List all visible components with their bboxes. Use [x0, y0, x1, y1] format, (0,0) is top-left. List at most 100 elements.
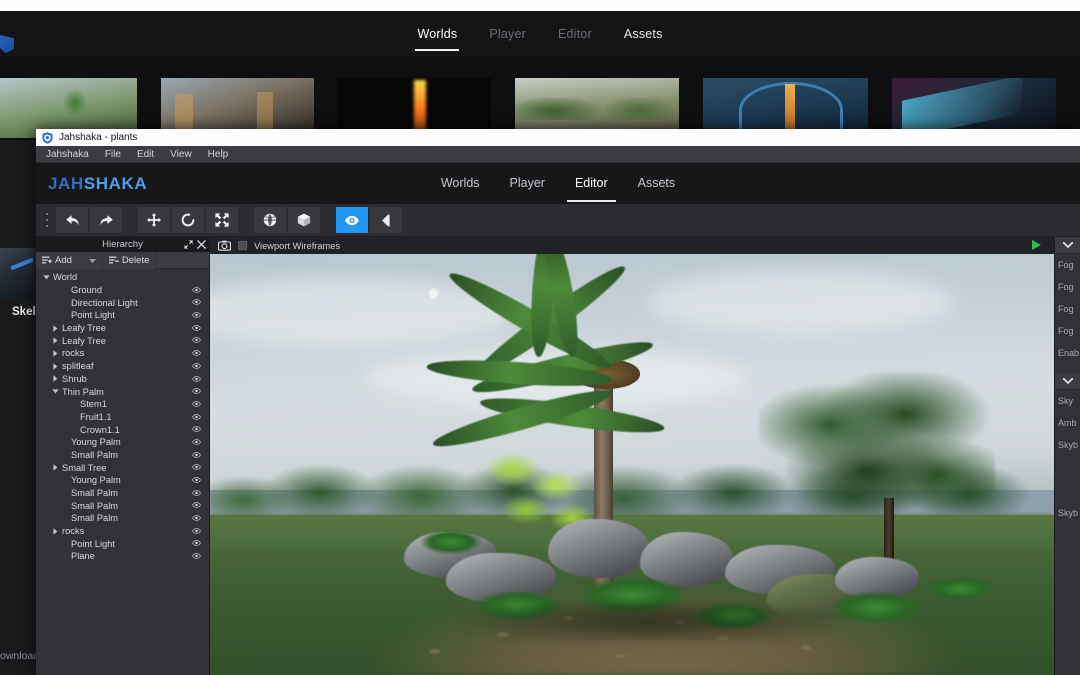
eye-icon[interactable] — [192, 375, 201, 383]
eye-icon[interactable] — [192, 387, 201, 395]
viewport-3d[interactable] — [210, 254, 1054, 675]
eye-icon[interactable] — [192, 451, 201, 459]
fog-enable-row[interactable]: Enab — [1055, 342, 1080, 364]
menu-edit[interactable]: Edit — [137, 149, 162, 160]
viewport-wireframes-checkbox[interactable] — [238, 241, 247, 250]
chevron-right-icon[interactable] — [51, 375, 59, 383]
tree-no-arrow — [60, 438, 68, 446]
camera-icon[interactable] — [218, 240, 231, 251]
eye-icon[interactable] — [192, 438, 201, 446]
tree-item-ground[interactable]: Ground — [36, 284, 209, 297]
eye-icon[interactable] — [192, 400, 201, 408]
tree-item-world[interactable]: World — [36, 271, 209, 284]
tree-item-young-palm[interactable]: Young Palm — [36, 436, 209, 449]
chevron-down-icon[interactable] — [88, 258, 96, 263]
window-titlebar[interactable]: Jahshaka - plants — [36, 129, 1080, 146]
tree-item-rocks[interactable]: rocks — [36, 347, 209, 360]
tree-item-fruit1-1[interactable]: Fruit1.1 — [36, 411, 209, 424]
eye-icon[interactable] — [192, 336, 201, 344]
bg-tab-player[interactable]: Player — [487, 14, 528, 54]
eye-icon[interactable] — [192, 349, 201, 357]
collapse-panel-button[interactable] — [370, 207, 402, 233]
tree-item-directional-light[interactable]: Directional Light — [36, 296, 209, 309]
tree-item-small-palm[interactable]: Small Palm — [36, 512, 209, 525]
tree-item-stem1[interactable]: Stem1 — [36, 398, 209, 411]
local-space-button[interactable] — [288, 207, 320, 233]
eye-icon[interactable] — [192, 298, 201, 306]
chevron-right-icon[interactable] — [51, 362, 59, 370]
ambient-property-row[interactable]: Amb — [1055, 412, 1080, 434]
tree-item-small-tree[interactable]: Small Tree — [36, 461, 209, 474]
scale-tool-button[interactable] — [206, 207, 238, 233]
eye-icon[interactable] — [192, 362, 201, 370]
sky-section-header[interactable] — [1055, 373, 1080, 390]
tab-assets[interactable]: Assets — [636, 165, 678, 202]
bg-tab-editor[interactable]: Editor — [556, 14, 594, 54]
chevron-down-icon[interactable] — [51, 388, 59, 396]
eye-icon[interactable] — [192, 324, 201, 332]
chevron-right-icon[interactable] — [51, 527, 59, 535]
expand-arrows-icon[interactable] — [184, 240, 193, 249]
fog-property-row[interactable]: Fog — [1055, 320, 1080, 342]
eye-icon[interactable] — [192, 539, 201, 547]
menu-jahshaka[interactable]: Jahshaka — [46, 149, 97, 160]
menu-help[interactable]: Help — [208, 149, 237, 160]
tab-worlds[interactable]: Worlds — [439, 165, 482, 202]
bg-tab-worlds[interactable]: Worlds — [415, 14, 460, 54]
tree-item-point-light[interactable]: Point Light — [36, 309, 209, 322]
chevron-right-icon[interactable] — [51, 324, 59, 332]
fog-property-row[interactable]: Fog — [1055, 298, 1080, 320]
eye-icon[interactable] — [192, 476, 201, 484]
eye-icon[interactable] — [192, 489, 201, 497]
delete-object-button[interactable]: Delete — [102, 252, 157, 269]
tree-item-rocks[interactable]: rocks — [36, 525, 209, 538]
eye-icon[interactable] — [192, 463, 201, 471]
chevron-right-icon[interactable] — [51, 337, 59, 345]
fog-section-header[interactable] — [1055, 237, 1080, 254]
tree-item-plane[interactable]: Plane — [36, 550, 209, 563]
tab-player[interactable]: Player — [508, 165, 547, 202]
tree-item-leafy-tree[interactable]: Leafy Tree — [36, 322, 209, 335]
tree-item-thin-palm[interactable]: Thin Palm — [36, 385, 209, 398]
sky-property-row[interactable]: Sky — [1055, 390, 1080, 412]
menu-view[interactable]: View — [170, 149, 200, 160]
app-logo[interactable]: JAHSHAKA — [48, 174, 147, 194]
global-space-button[interactable] — [254, 207, 286, 233]
eye-icon[interactable] — [192, 552, 201, 560]
skybox-property-row[interactable]: Skyb — [1055, 434, 1080, 456]
tree-item-small-palm[interactable]: Small Palm — [36, 487, 209, 500]
menu-file[interactable]: File — [105, 149, 129, 160]
eye-icon[interactable] — [192, 514, 201, 522]
fog-property-row[interactable]: Fog — [1055, 254, 1080, 276]
bg-tab-assets[interactable]: Assets — [622, 14, 665, 54]
chevron-right-icon[interactable] — [51, 464, 59, 472]
eye-icon[interactable] — [192, 311, 201, 319]
tree-item-splitleaf[interactable]: splitleaf — [36, 360, 209, 373]
drag-handle-icon[interactable] — [41, 207, 53, 233]
visibility-button[interactable] — [336, 207, 368, 233]
tree-item-point-light[interactable]: Point Light — [36, 537, 209, 550]
eye-icon[interactable] — [192, 425, 201, 433]
eye-icon[interactable] — [192, 501, 201, 509]
chevron-down-icon[interactable] — [42, 273, 50, 281]
tree-item-young-palm[interactable]: Young Palm — [36, 474, 209, 487]
tree-item-crown1-1[interactable]: Crown1.1 — [36, 423, 209, 436]
close-icon[interactable] — [197, 240, 206, 249]
chevron-right-icon[interactable] — [51, 349, 59, 357]
tab-editor[interactable]: Editor — [567, 165, 616, 202]
redo-button[interactable] — [90, 207, 122, 233]
skybox-property-row[interactable]: Skyb — [1055, 502, 1080, 524]
tree-item-shrub[interactable]: Shrub — [36, 373, 209, 386]
add-object-button[interactable]: Add — [36, 252, 103, 269]
eye-icon[interactable] — [192, 527, 201, 535]
tree-item-small-palm[interactable]: Small Palm — [36, 449, 209, 462]
play-icon[interactable] — [1032, 240, 1041, 250]
translate-tool-button[interactable] — [138, 207, 170, 233]
rotate-tool-button[interactable] — [172, 207, 204, 233]
tree-item-small-palm[interactable]: Small Palm — [36, 499, 209, 512]
undo-button[interactable] — [56, 207, 88, 233]
eye-icon[interactable] — [192, 413, 201, 421]
eye-icon[interactable] — [192, 286, 201, 294]
fog-property-row[interactable]: Fog — [1055, 276, 1080, 298]
tree-item-leafy-tree[interactable]: Leafy Tree — [36, 334, 209, 347]
